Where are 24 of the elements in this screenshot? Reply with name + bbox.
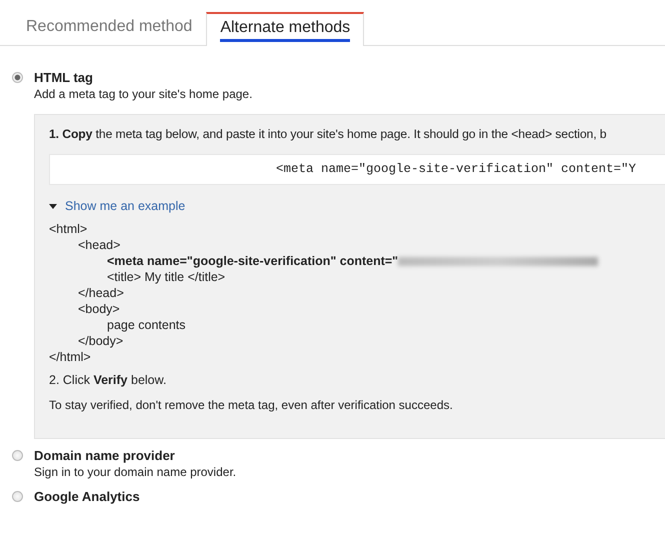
code-line: </html> — [49, 349, 91, 365]
meta-tag-field[interactable]: <meta name="google-site-verification" content="Y — [49, 154, 665, 185]
code-line: <body> — [78, 301, 120, 317]
radio-button[interactable] — [12, 491, 23, 502]
radio-button[interactable] — [12, 450, 23, 461]
code-line: <html> — [49, 221, 88, 237]
code-line: </head> — [78, 285, 124, 301]
method-title: Google Analytics — [34, 489, 141, 505]
method-title: Domain name provider — [34, 448, 176, 464]
code-line: </body> — [78, 333, 124, 349]
method-description: Sign in to your domain name provider. — [34, 464, 238, 480]
step-text: 1. Copy the meta tag below, and paste it into your site's home page. It should go in the <head> section, b — [49, 127, 608, 141]
code-line: page contents — [107, 317, 186, 333]
tab[interactable]: Recommended method — [12, 12, 206, 46]
code-line: <title> My title </title> — [107, 269, 226, 285]
show-example-link[interactable]: Show me an example — [65, 199, 186, 213]
code-line: <meta name="google-site-verification" content=" — [107, 253, 398, 269]
note-text: To stay verified, don't remove the meta tag, even after verification succeeds. — [49, 398, 454, 412]
method-title: HTML tag — [34, 70, 94, 86]
step-text: 2. Click Verify below. — [49, 373, 168, 387]
code-line: <head> — [78, 237, 120, 253]
radio-button[interactable] — [12, 72, 23, 83]
method-description: Add a meta tag to your site's home page. — [34, 86, 254, 102]
tab[interactable]: Alternate methods — [206, 12, 364, 46]
